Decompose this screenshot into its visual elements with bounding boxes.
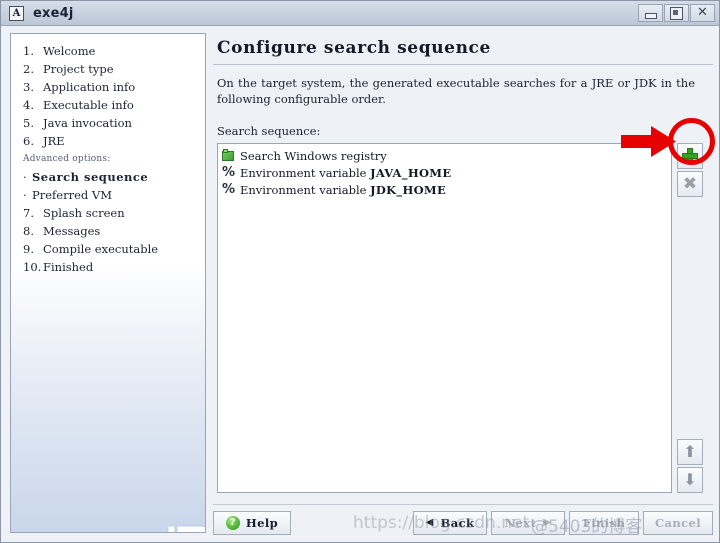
sidebar-item-executable-info[interactable]: 4. Executable info: [11, 96, 205, 114]
step-label: Splash screen: [43, 206, 125, 220]
page-description: On the target system, the generated exec…: [217, 76, 695, 106]
step-number: 2.: [23, 62, 34, 76]
listbox-action-buttons: ✖: [677, 143, 705, 199]
list-item[interactable]: Search Windows registry: [218, 147, 671, 164]
next-button-label: Next: [504, 515, 537, 530]
sidebar-item-search-sequence[interactable]: · Search sequence: [11, 168, 205, 186]
list-item-label: Environment variable JAVA_HOME: [240, 166, 451, 180]
sidebar-item-finished[interactable]: 10. Finished: [11, 258, 205, 276]
arrow-left-icon: ◀: [425, 516, 434, 528]
finish-button-label: Finish: [582, 515, 626, 530]
search-sequence-label: Search sequence:: [217, 124, 321, 138]
back-button-label: Back: [440, 515, 475, 530]
list-item[interactable]: % Environment variable JAVA_HOME: [218, 164, 671, 181]
list-item[interactable]: % Environment variable JDK_HOME: [218, 181, 671, 198]
step-label: Finished: [43, 260, 94, 274]
sidebar-item-welcome[interactable]: 1. Welcome: [11, 42, 205, 60]
arrow-right-icon: ▶: [543, 516, 552, 528]
close-button[interactable]: ✕: [690, 4, 715, 22]
step-number: 8.: [23, 224, 34, 238]
main-content-panel: Configure search sequence On the target …: [213, 33, 713, 500]
sidebar-item-preferred-vm[interactable]: · Preferred VM: [11, 186, 205, 204]
next-button[interactable]: Next ▶: [491, 510, 565, 535]
step-label: Compile executable: [43, 242, 159, 256]
steps-list: 1. Welcome 2. Project type 3. Application i…: [11, 34, 205, 276]
step-number: 5.: [23, 116, 34, 130]
app-icon: A: [9, 5, 24, 21]
sidebar-item-project-type[interactable]: 2. Project type: [11, 60, 205, 78]
step-number: 4.: [23, 98, 34, 112]
exe4j-wizard-window: A exe4j ✕ 1. Welcome 2. Project type 3. App…: [0, 0, 720, 543]
help-button-label: Help: [245, 515, 279, 530]
cancel-button-label: Cancel: [654, 515, 702, 530]
footer-divider: [213, 504, 713, 505]
step-label: Messages: [43, 224, 101, 238]
close-x-icon: ✖: [682, 174, 698, 194]
help-icon: ?: [225, 515, 240, 530]
step-number: 7.: [23, 206, 34, 220]
window-controls: ✕: [638, 4, 715, 22]
registry-icon: [222, 149, 235, 162]
sub-item-label: Preferred VM: [32, 188, 113, 202]
step-label: JRE: [43, 134, 65, 148]
step-label: Application info: [43, 80, 136, 94]
back-button[interactable]: ◀ Back: [413, 510, 487, 535]
help-button[interactable]: ? Help: [213, 510, 291, 535]
sidebar-item-java-invocation[interactable]: 5. Java invocation: [11, 114, 205, 132]
window-title: exe4j: [33, 5, 74, 21]
list-item-label: Search Windows registry: [240, 148, 387, 163]
search-sequence-listbox[interactable]: Search Windows registry % Environment va…: [217, 143, 672, 493]
close-icon: ✕: [697, 5, 708, 20]
bullet-icon: ·: [23, 170, 27, 184]
maximize-button[interactable]: [664, 4, 689, 22]
move-up-button[interactable]: ⬆: [677, 439, 703, 465]
step-number: 6.: [23, 134, 34, 148]
navigation-buttons: ◀ Back Next ▶ Finish Cancel: [413, 510, 713, 535]
list-item-label: Environment variable JDK_HOME: [240, 183, 446, 197]
title-bar: A exe4j ✕: [1, 1, 719, 26]
search-sequence-area: Search Windows registry % Environment va…: [213, 143, 713, 493]
plus-icon: [682, 148, 698, 164]
list-item-text: Environment variable: [240, 182, 371, 197]
list-item-variable: JDK_HOME: [370, 182, 447, 197]
step-number: 3.: [23, 80, 34, 94]
sub-item-label: Search sequence: [32, 170, 149, 184]
minimize-icon: [644, 12, 657, 19]
bullet-icon: ·: [23, 188, 27, 202]
footer-button-bar: ? Help ◀ Back Next ▶ Finish Cancel: [213, 509, 713, 536]
title-divider: [213, 64, 713, 65]
arrow-down-icon: ⬇: [683, 470, 697, 489]
step-label: Java invocation: [43, 116, 132, 130]
step-number: 9.: [23, 242, 34, 256]
cancel-button[interactable]: Cancel: [643, 510, 713, 535]
sidebar-item-jre[interactable]: 6. JRE: [11, 132, 205, 150]
finish-button[interactable]: Finish: [569, 510, 639, 535]
exe4j-logo-watermark: exe4j: [162, 524, 205, 532]
minimize-button[interactable]: [638, 4, 663, 22]
add-button[interactable]: [677, 143, 703, 169]
move-down-button[interactable]: ⬇: [677, 467, 703, 493]
advanced-options-heading: Advanced options:: [23, 154, 111, 164]
step-label: Welcome: [43, 44, 96, 58]
arrow-up-icon: ⬆: [683, 442, 697, 461]
step-label: Project type: [43, 62, 114, 76]
step-number: 10.: [23, 260, 42, 274]
wizard-steps-sidebar: 1. Welcome 2. Project type 3. Application i…: [10, 33, 206, 533]
list-item-text: Environment variable: [240, 165, 371, 180]
step-number: 1.: [23, 44, 34, 58]
sidebar-item-splash-screen[interactable]: 7. Splash screen: [11, 204, 205, 222]
list-item-variable: JAVA_HOME: [370, 165, 452, 180]
sidebar-item-compile-executable[interactable]: 9. Compile executable: [11, 240, 205, 258]
step-label: Executable info: [43, 98, 134, 112]
listbox-order-buttons: ⬆ ⬇: [677, 439, 705, 495]
maximize-icon: [670, 6, 683, 20]
remove-button[interactable]: ✖: [677, 171, 703, 197]
page-title: Configure search sequence: [217, 38, 491, 58]
sidebar-item-messages[interactable]: 8. Messages: [11, 222, 205, 240]
percent-icon: %: [222, 182, 236, 197]
percent-icon: %: [222, 165, 236, 180]
sidebar-item-application-info[interactable]: 3. Application info: [11, 78, 205, 96]
